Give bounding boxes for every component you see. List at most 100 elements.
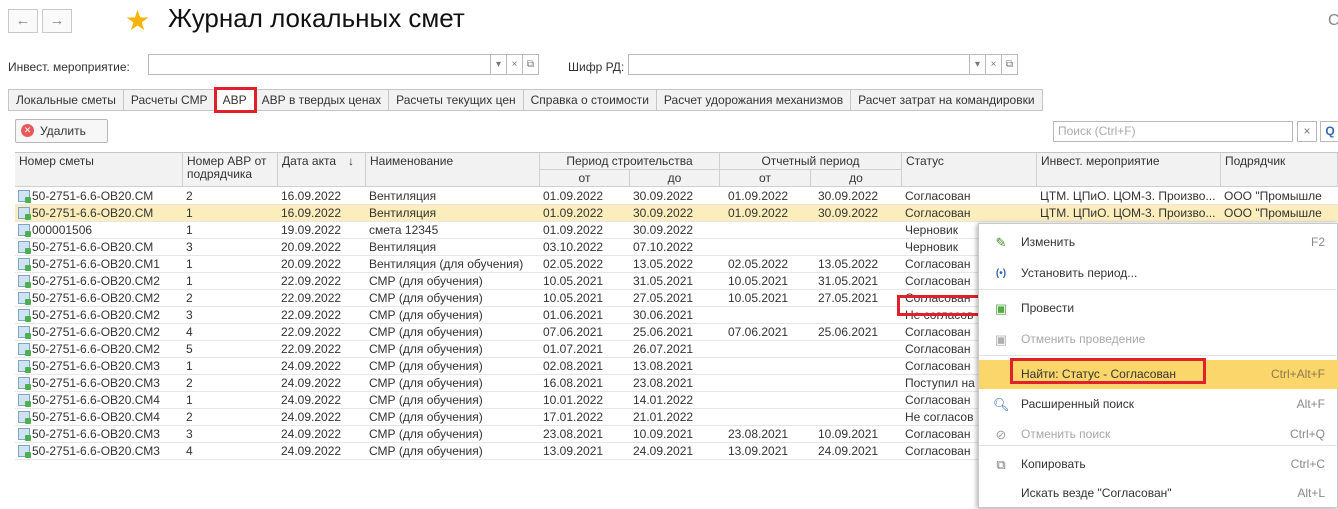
cell-build-from: 01.07.2021 [543, 342, 604, 356]
menu-item-shortcut: Ctrl+Q [1289, 427, 1325, 441]
menu-separator [979, 355, 1338, 356]
col-avr-number[interactable]: Номер АВР от подрядчика [183, 153, 278, 187]
back-button[interactable]: ← [8, 9, 38, 33]
document-icon [18, 241, 31, 254]
cell-avr-number: 1 [186, 274, 193, 288]
cell-number: 000001506 [32, 223, 93, 237]
cell-name: Вентиляция [369, 206, 437, 220]
cell-report-to: 30.09.2022 [818, 189, 879, 203]
cell-number: 50-2751-6.6-ОВ20.СМ2 [32, 325, 160, 339]
search-icon[interactable]: Q [1320, 121, 1338, 142]
cell-status: Согласован [905, 206, 971, 220]
cell-date: 24.09.2022 [281, 376, 342, 390]
cell-build-to: 10.09.2021 [633, 427, 694, 441]
cell-avr-number: 2 [186, 291, 193, 305]
document-icon [18, 190, 31, 203]
menu-item-2[interactable]: ▣ Провести [979, 294, 1338, 323]
col-report-to[interactable]: до [811, 170, 902, 187]
menu-item-label: Искать везде "Согласован" [1021, 486, 1172, 500]
rd-dropdown-icon[interactable]: ▾ [970, 54, 986, 75]
cell-report-to: 31.05.2021 [818, 274, 879, 288]
menu-item-7[interactable]: ⧉ Копировать Ctrl+C [979, 450, 1338, 479]
cell-number: 50-2751-6.6-ОВ20.СМ2 [32, 308, 160, 322]
cell-avr-number: 3 [186, 427, 193, 441]
cell-status: Согласован [905, 189, 971, 203]
tab-local-estimates[interactable]: Локальные сметы [8, 89, 124, 111]
invest-clear-icon[interactable]: × [507, 54, 523, 75]
col-number[interactable]: Номер сметы [15, 153, 183, 187]
cell-date: 24.09.2022 [281, 444, 342, 458]
menu-item-shortcut: Alt+L [1297, 486, 1325, 500]
cell-date: 20.09.2022 [281, 257, 342, 271]
menu-item-3[interactable]: ▣ Отменить проведение [979, 325, 1338, 354]
cell-report-from: 01.09.2022 [728, 189, 789, 203]
search-input[interactable]: Поиск (Ctrl+F) [1053, 121, 1293, 142]
menu-item-8[interactable]: Искать везде "Согласован" Alt+L [979, 479, 1338, 508]
cell-avr-number: 5 [186, 342, 193, 356]
cell-build-to: 14.01.2022 [633, 393, 694, 407]
cell-name: СМР (для обучения) [369, 376, 483, 390]
cell-number: 50-2751-6.6-ОВ20.СМ4 [32, 393, 160, 407]
tab-avr-fixed[interactable]: АВР в твердых ценах [254, 89, 390, 111]
cell-build-to: 26.07.2021 [633, 342, 694, 356]
menu-item-0[interactable]: ✎ Изменить F2 [979, 228, 1338, 257]
menu-separator [979, 289, 1338, 290]
cell-report-from: 01.09.2022 [728, 206, 789, 220]
cell-build-from: 16.08.2021 [543, 376, 604, 390]
cell-build-from: 03.10.2022 [543, 240, 604, 254]
cell-report-from: 07.06.2021 [728, 325, 789, 339]
cell-report-to: 30.09.2022 [818, 206, 879, 220]
tab-avr[interactable]: АВР [213, 87, 257, 113]
search-clear-icon[interactable]: × [1297, 121, 1317, 142]
col-build-from[interactable]: от [540, 170, 630, 187]
col-build-to[interactable]: до [630, 170, 720, 187]
cell-number: 50-2751-6.6-ОВ20.СМ4 [32, 410, 160, 424]
menu-item-1[interactable]: (•) Установить период... [979, 259, 1338, 288]
col-date[interactable]: Дата акта ↓ [278, 153, 366, 187]
tab-cost-reference[interactable]: Справка о стоимости [523, 89, 657, 111]
tab-smr-calc[interactable]: Расчеты СМР [123, 89, 216, 111]
col-build-period[interactable]: Период строительства [540, 153, 720, 170]
cell-number: 50-2751-6.6-ОВ20.СМ2 [32, 274, 160, 288]
rd-clear-icon[interactable]: × [986, 54, 1002, 75]
cell-build-from: 10.05.2021 [543, 274, 604, 288]
tab-travel-costs[interactable]: Расчет затрат на командировки [851, 89, 1043, 111]
rd-open-icon[interactable]: ⧉ [1002, 54, 1018, 75]
tab-current-prices[interactable]: Расчеты текущих цен [389, 89, 524, 111]
more-icon[interactable]: С [1328, 12, 1338, 30]
col-report-from[interactable]: от [720, 170, 811, 187]
cell-build-to: 13.08.2021 [633, 359, 694, 373]
col-status[interactable]: Статус [902, 153, 1037, 187]
favorite-star-icon[interactable]: ★ [125, 4, 150, 37]
menu-item-shortcut: Alt+F [1296, 397, 1325, 411]
cell-report-to: 24.09.2021 [818, 444, 879, 458]
cell-report-to: 10.09.2021 [818, 427, 879, 441]
menu-item-6[interactable]: ⊘ Отменить поиск Ctrl+Q [979, 420, 1338, 449]
document-icon [18, 207, 31, 220]
col-report-period[interactable]: Отчетный период [720, 153, 902, 170]
table-row[interactable]: 50-2751-6.6-ОВ20.СМ 2 16.09.2022 Вентиляция… [15, 188, 1338, 205]
cell-build-from: 02.05.2022 [543, 257, 604, 271]
invest-dropdown-icon[interactable]: ▾ [491, 54, 507, 75]
menu-item-5[interactable]: 🔍︎ Расширенный поиск Alt+F [979, 390, 1338, 419]
rd-filter-input[interactable] [628, 54, 970, 75]
cell-name: СМР (для обучения) [369, 342, 483, 356]
cell-date: 24.09.2022 [281, 393, 342, 407]
col-name[interactable]: Наименование [366, 153, 540, 187]
document-icon [18, 428, 31, 441]
cell-build-to: 30.06.2021 [633, 308, 694, 322]
tab-mechanisms[interactable]: Расчет удорожания механизмов [656, 89, 852, 111]
document-icon [18, 411, 31, 424]
cell-avr-number: 1 [186, 206, 193, 220]
cell-build-from: 01.06.2021 [543, 308, 604, 322]
delete-button[interactable]: ✕ Удалить [15, 119, 108, 143]
cancel-search-icon: ⊘ [995, 427, 1007, 442]
cell-date: 22.09.2022 [281, 274, 342, 288]
col-invest[interactable]: Инвест. мероприятие [1037, 153, 1221, 187]
forward-button[interactable]: → [42, 9, 72, 33]
col-contractor[interactable]: Подрядчик [1221, 153, 1338, 187]
table-row[interactable]: 50-2751-6.6-ОВ20.СМ 1 16.09.2022 Вентиляция… [15, 205, 1338, 222]
invest-filter-input[interactable] [148, 54, 491, 75]
invest-open-icon[interactable]: ⧉ [523, 54, 539, 75]
cell-build-from: 01.09.2022 [543, 206, 604, 220]
